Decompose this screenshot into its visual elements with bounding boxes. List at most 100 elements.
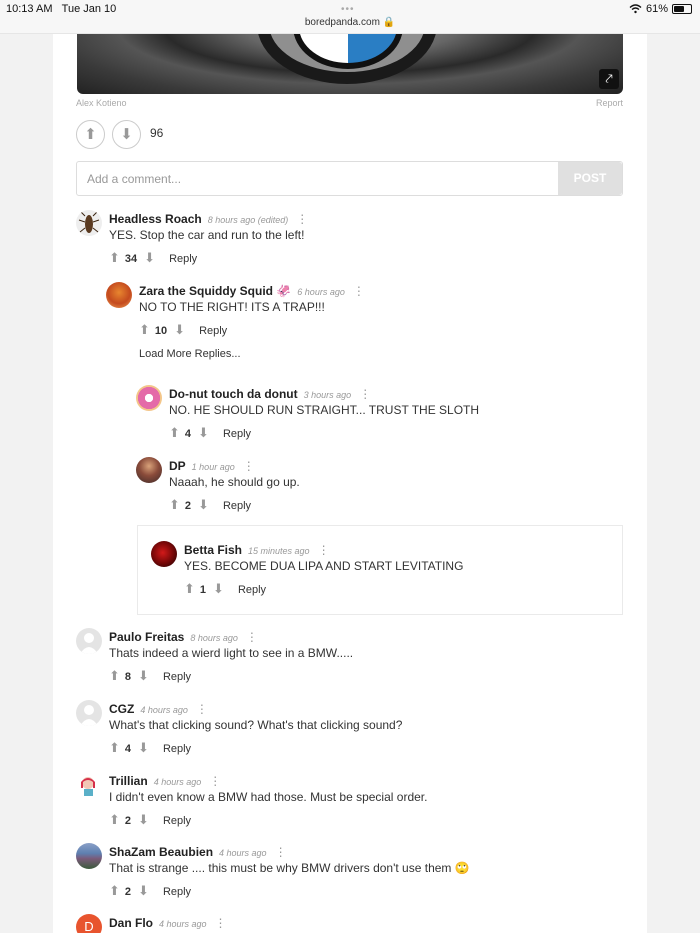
comment-author[interactable]: Dan Flo: [109, 916, 153, 930]
comment-author[interactable]: Trillian: [109, 774, 148, 788]
upvote-icon[interactable]: ⬆: [169, 497, 180, 512]
comment-author[interactable]: Do-nut touch da donut: [169, 387, 298, 401]
comment-author[interactable]: DP: [169, 459, 186, 473]
post-button[interactable]: POST: [558, 162, 622, 195]
comment-text: I didn't even know a BMW had those. Must…: [109, 790, 428, 804]
comment-text: NO TO THE RIGHT! ITS A TRAP!!!: [139, 300, 325, 314]
avatar-initial: D: [84, 919, 94, 933]
avatar[interactable]: [76, 210, 102, 236]
comment-votes: 1: [199, 584, 207, 596]
avatar[interactable]: [136, 457, 162, 483]
wifi-icon: [629, 4, 642, 14]
comment-author[interactable]: ShaZam Beaubien: [109, 845, 213, 859]
upvote-icon[interactable]: ⬆: [109, 740, 120, 755]
reply-button[interactable]: Reply: [163, 886, 191, 898]
avatar[interactable]: D: [76, 914, 102, 933]
battery-icon: [672, 4, 692, 14]
comment-author[interactable]: Headless Roach: [109, 212, 202, 226]
comment-author[interactable]: Paulo Freitas: [109, 630, 184, 644]
more-options-icon[interactable]: ⋮: [353, 284, 365, 298]
downvote-icon[interactable]: ⬇: [144, 250, 155, 265]
comment-text: YES. Stop the car and run to the left!: [109, 228, 305, 242]
status-bar: 10:13 AM Tue Jan 10 ••• boredpanda.com 🔒…: [0, 0, 700, 34]
upvote-icon[interactable]: ⬆: [109, 250, 120, 265]
status-time: 10:13 AM Tue Jan 10: [6, 3, 117, 15]
comment-form: POST: [76, 161, 623, 196]
comment-text: NO. HE SHOULD RUN STRAIGHT... TRUST THE …: [169, 403, 480, 417]
comment-time: 3 hours ago: [303, 390, 352, 400]
more-options-icon[interactable]: ⋮: [296, 212, 308, 226]
comment-text: What's that clicking sound? What's that …: [109, 718, 403, 732]
more-options-icon[interactable]: ⋮: [246, 630, 258, 644]
reply-button[interactable]: Reply: [163, 743, 191, 755]
upvote-icon[interactable]: ⬆: [109, 812, 120, 827]
upvote-icon[interactable]: ⬆: [109, 668, 120, 683]
reply-button[interactable]: Reply: [223, 428, 251, 440]
avatar[interactable]: [76, 843, 102, 869]
downvote-icon[interactable]: ⬇: [138, 883, 149, 898]
image-credit[interactable]: Alex Kotieno: [76, 98, 127, 108]
reply-button[interactable]: Reply: [223, 500, 251, 512]
avatar[interactable]: [76, 700, 102, 726]
more-options-icon[interactable]: ⋮: [275, 845, 287, 859]
more-options-icon[interactable]: ⋮: [215, 916, 227, 930]
comment-votes: 8: [124, 671, 132, 683]
more-options-icon[interactable]: ⋮: [209, 774, 221, 788]
lock-icon: 🔒: [382, 17, 396, 28]
upvote-icon[interactable]: ⬆: [169, 425, 180, 440]
downvote-button[interactable]: ⬇: [112, 120, 141, 149]
downvote-icon[interactable]: ⬇: [138, 812, 149, 827]
post-image[interactable]: ⤤: [77, 34, 623, 94]
tab-dots-icon[interactable]: •••: [341, 4, 355, 15]
comment-author[interactable]: Zara the Squiddy Squid 🦑: [139, 284, 291, 298]
comment-votes: 2: [184, 500, 192, 512]
reply-button[interactable]: Reply: [169, 253, 197, 265]
comment-time: 4 hours ago: [159, 919, 207, 929]
upvote-icon[interactable]: ⬆: [109, 883, 120, 898]
reply-button[interactable]: Reply: [163, 671, 191, 683]
reply-button[interactable]: Reply: [199, 325, 227, 337]
more-options-icon[interactable]: ⋮: [359, 387, 371, 401]
downvote-icon[interactable]: ⬇: [138, 740, 149, 755]
more-options-icon[interactable]: ⋮: [196, 702, 208, 716]
share-icon[interactable]: ⤤: [599, 69, 619, 89]
reply-button[interactable]: Reply: [238, 584, 266, 596]
comment-time: 1 hour ago: [191, 462, 235, 472]
comment-author[interactable]: Betta Fish: [184, 543, 242, 557]
comment-time: 8 hours ago: [190, 633, 238, 643]
avatar[interactable]: [76, 628, 102, 654]
avatar[interactable]: [151, 541, 177, 567]
downvote-icon[interactable]: ⬇: [198, 497, 209, 512]
comment-votes: 10: [154, 325, 168, 337]
vote-count: 96: [150, 126, 164, 140]
report-link[interactable]: Report: [596, 98, 623, 108]
downvote-icon[interactable]: ⬇: [198, 425, 209, 440]
downvote-icon[interactable]: ⬇: [174, 322, 185, 337]
avatar[interactable]: [76, 772, 102, 798]
comment-votes: 34: [124, 253, 138, 265]
downvote-icon[interactable]: ⬇: [138, 668, 149, 683]
more-options-icon[interactable]: ⋮: [318, 543, 330, 557]
more-options-icon[interactable]: ⋮: [243, 459, 255, 473]
avatar[interactable]: [136, 385, 162, 411]
load-more-replies[interactable]: Load More Replies...: [139, 348, 241, 360]
upvote-icon[interactable]: ⬆: [184, 581, 195, 596]
comment-votes: 4: [184, 428, 192, 440]
address-bar[interactable]: boredpanda.com 🔒: [0, 17, 700, 28]
status-right: 61%: [629, 3, 692, 15]
comment-time: 8 hours ago (edited): [207, 215, 289, 225]
comment-time: 6 hours ago: [297, 287, 345, 297]
comment-author[interactable]: CGZ: [109, 702, 134, 716]
reply-button[interactable]: Reply: [163, 815, 191, 827]
comment-text: Thats indeed a wierd light to see in a B…: [109, 646, 354, 660]
comment-text: Naaah, he should go up.: [169, 475, 300, 489]
downvote-icon[interactable]: ⬇: [213, 581, 224, 596]
avatar[interactable]: [106, 282, 132, 308]
comment-time: 4 hours ago: [153, 777, 202, 787]
article-page: ⤤ Alex Kotieno Report ⬆ ⬇ 96 POST Load M…: [53, 34, 647, 933]
comment-votes: 2: [124, 815, 132, 827]
upvote-icon[interactable]: ⬆: [139, 322, 150, 337]
comment-time: 15 minutes ago: [248, 546, 310, 556]
comment-input[interactable]: [77, 162, 558, 195]
upvote-button[interactable]: ⬆: [76, 120, 105, 149]
